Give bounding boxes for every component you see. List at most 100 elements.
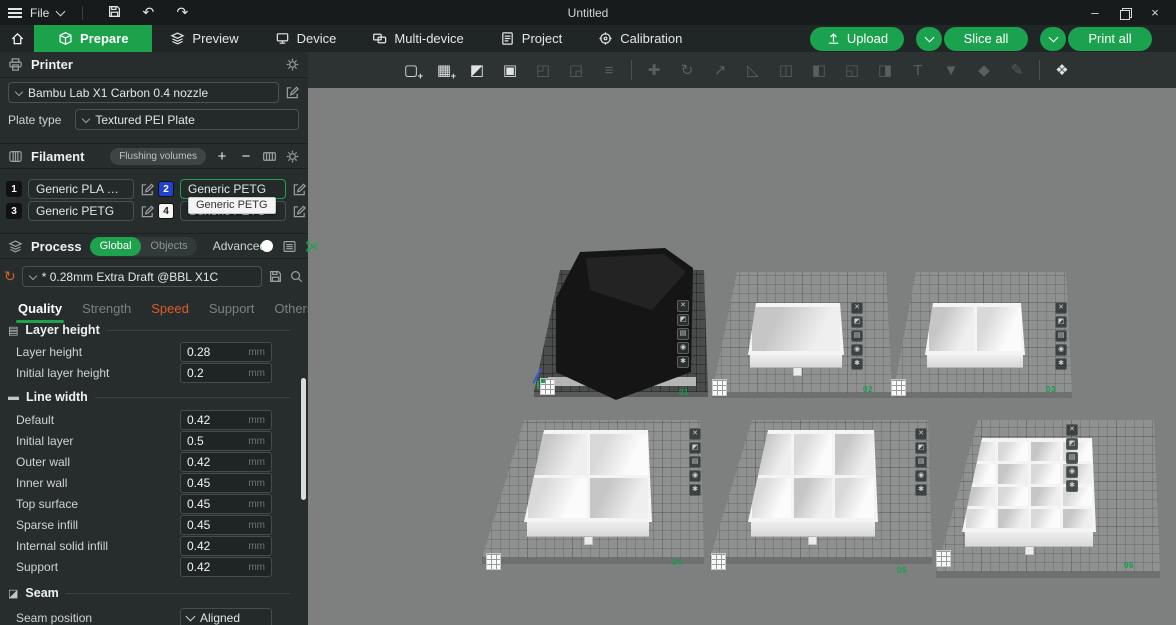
plate-type-select[interactable]: Textured PEI Plate: [75, 109, 299, 130]
plate-delete-icon[interactable]: ✕: [1055, 302, 1067, 314]
plate-settings-icon[interactable]: ✱: [1055, 358, 1067, 370]
plate-arrange-icon[interactable]: ▤: [1055, 330, 1067, 342]
plate-arrange-icon[interactable]: ▤: [689, 456, 701, 468]
filament-1-select[interactable]: Generic PLA High S...: [28, 179, 134, 199]
tab-device[interactable]: Device: [257, 25, 355, 52]
plate-3-settings-chip[interactable]: [891, 379, 906, 396]
plate-orient-icon[interactable]: ◩: [915, 442, 927, 454]
scope-objects[interactable]: Objects: [141, 240, 196, 252]
ams-icon[interactable]: [262, 149, 277, 164]
printer-preset-select[interactable]: Bambu Lab X1 Carbon 0.4 nozzle: [8, 82, 279, 103]
filament-2-swatch[interactable]: 2: [158, 181, 174, 197]
plate-1-tools[interactable]: ✕◩▤◉✱: [677, 300, 689, 368]
filament-3-select[interactable]: Generic PETG: [28, 201, 134, 221]
filament-2-edit-icon[interactable]: [292, 182, 307, 197]
tab-calibration[interactable]: Calibration: [580, 25, 700, 52]
plate-settings-icon[interactable]: ✱: [1066, 480, 1078, 492]
line-width-sparse-infill-input[interactable]: 0.45mm: [180, 515, 272, 535]
plate-lock-icon[interactable]: ◉: [915, 470, 927, 482]
plate-lock-icon[interactable]: ◉: [851, 344, 863, 356]
tab-project[interactable]: Project: [482, 25, 580, 52]
plate-lock-icon[interactable]: ◉: [689, 470, 701, 482]
filament-4-swatch[interactable]: 4: [158, 203, 174, 219]
hamburger-menu-icon[interactable]: [8, 8, 22, 18]
plate-5-settings-chip[interactable]: [711, 553, 726, 570]
assembly-view-icon[interactable]: ❖: [1051, 61, 1073, 79]
plate-orient-icon[interactable]: ◩: [851, 316, 863, 328]
plate-arrange-icon[interactable]: ▤: [851, 330, 863, 342]
filament-4-edit-icon[interactable]: [292, 204, 307, 219]
line-width-support-input[interactable]: 0.42mm: [180, 557, 272, 577]
tab-preview[interactable]: Preview: [152, 25, 256, 52]
redo-icon[interactable]: ↷: [169, 4, 195, 21]
process-tab-strength[interactable]: Strength: [72, 296, 141, 323]
plate-3-tools[interactable]: ✕ ◩ ▤ ◉ ✱: [1055, 302, 1067, 370]
line-width-inner-wall-input[interactable]: 0.45mm: [180, 473, 272, 493]
plate-orient-icon[interactable]: ◩: [1055, 316, 1067, 328]
plate-1-settings-chip[interactable]: [540, 378, 555, 395]
process-tab-support[interactable]: Support: [199, 296, 265, 323]
initial-layer-height-input[interactable]: 0.2mm: [180, 363, 272, 383]
filament-settings-gear-icon[interactable]: [285, 149, 300, 164]
slice-options-chevron[interactable]: [916, 27, 942, 51]
add-plate-icon[interactable]: ▦+: [433, 61, 455, 79]
model-tray-2x2[interactable]: [524, 430, 652, 522]
plate-delete-icon[interactable]: ✕: [689, 428, 701, 440]
viewport-3d[interactable]: ✕◩▤◉✱ ✕◩▤◉✱ ✕◩▤◉✱ ✕◩▤◉✱ ✕◩▤◉✱ ✕◩▤◉✱ 01 0…: [308, 88, 1176, 625]
process-tab-speed[interactable]: Speed: [141, 296, 199, 323]
plate-6-settings-chip[interactable]: [936, 550, 951, 567]
line-width-internal-solid-infill-input[interactable]: 0.42mm: [180, 536, 272, 556]
plate-4-tools[interactable]: ✕ ◩ ▤ ◉ ✱: [689, 428, 701, 496]
line-width-initial-layer-input[interactable]: 0.5mm: [180, 431, 272, 451]
filament-3-swatch[interactable]: 3: [6, 203, 22, 219]
line-width-top-surface-input[interactable]: 0.45mm: [180, 494, 272, 514]
tab-prepare[interactable]: Prepare: [34, 25, 152, 52]
plate-orient-icon[interactable]: ◩: [689, 442, 701, 454]
line-width-outer-wall-input[interactable]: 0.42mm: [180, 452, 272, 472]
filament-1-edit-icon[interactable]: [140, 182, 155, 197]
plate-2-tools[interactable]: ✕ ◩ ▤ ◉ ✱: [851, 302, 863, 370]
file-menu[interactable]: File: [30, 6, 49, 20]
close-button[interactable]: ×: [1144, 4, 1166, 22]
model-tray-1x1[interactable]: [748, 303, 844, 355]
plate-delete-icon[interactable]: ✕: [851, 302, 863, 314]
process-tab-quality[interactable]: Quality: [8, 296, 72, 323]
upload-button[interactable]: Upload: [810, 27, 904, 51]
add-object-icon[interactable]: ▢+: [400, 61, 422, 79]
plate-settings-icon[interactable]: ✱: [851, 358, 863, 370]
reset-preset-icon[interactable]: ↻: [4, 268, 16, 285]
arrange-icon[interactable]: ▣: [499, 61, 521, 79]
model-tray-1x2[interactable]: [925, 303, 1025, 355]
add-filament-button[interactable]: +: [214, 148, 230, 165]
plate-lock-icon[interactable]: ◉: [677, 342, 689, 354]
plate-lock-icon[interactable]: ◉: [1066, 466, 1078, 478]
restore-button[interactable]: [1114, 4, 1136, 22]
filament-3-edit-icon[interactable]: [140, 204, 155, 219]
process-scope-switch[interactable]: Global Objects: [90, 237, 197, 256]
flushing-volumes-button[interactable]: Flushing volumes: [110, 148, 206, 165]
process-tab-others[interactable]: Others: [264, 296, 323, 323]
plate-delete-icon[interactable]: ✕: [1066, 424, 1078, 436]
sidebar-scrollbar[interactable]: [301, 378, 306, 500]
plate-delete-icon[interactable]: ✕: [915, 428, 927, 440]
plate-2-settings-chip[interactable]: [712, 379, 727, 396]
plate-orient-icon[interactable]: ◩: [677, 314, 689, 326]
filament-2-select[interactable]: Generic PETG: [180, 179, 286, 199]
plate-4-settings-chip[interactable]: [486, 553, 501, 570]
plate-6-tools[interactable]: ✕◩▤◉✱: [1066, 424, 1078, 492]
line-width-default-input[interactable]: 0.42mm: [180, 410, 272, 430]
plate-arrange-icon[interactable]: ▤: [1066, 452, 1078, 464]
plate-delete-icon[interactable]: ✕: [677, 300, 689, 312]
seam-position-select[interactable]: Aligned: [180, 608, 272, 625]
print-all-button[interactable]: Print all: [1068, 27, 1152, 51]
process-preset-select[interactable]: * 0.28mm Extra Draft @BBL X1C: [22, 266, 262, 287]
plate-5-tools[interactable]: ✕◩▤◉✱: [915, 428, 927, 496]
plate-arrange-icon[interactable]: ▤: [915, 456, 927, 468]
remove-filament-button[interactable]: −: [238, 148, 254, 165]
plate-settings-icon[interactable]: ✱: [689, 484, 701, 496]
plate-arrange-icon[interactable]: ▤: [677, 328, 689, 340]
model-black-box[interactable]: [556, 248, 693, 400]
parameter-list-icon[interactable]: [282, 239, 297, 254]
save-project-icon[interactable]: [101, 4, 127, 22]
plate-lock-icon[interactable]: ◉: [1055, 344, 1067, 356]
